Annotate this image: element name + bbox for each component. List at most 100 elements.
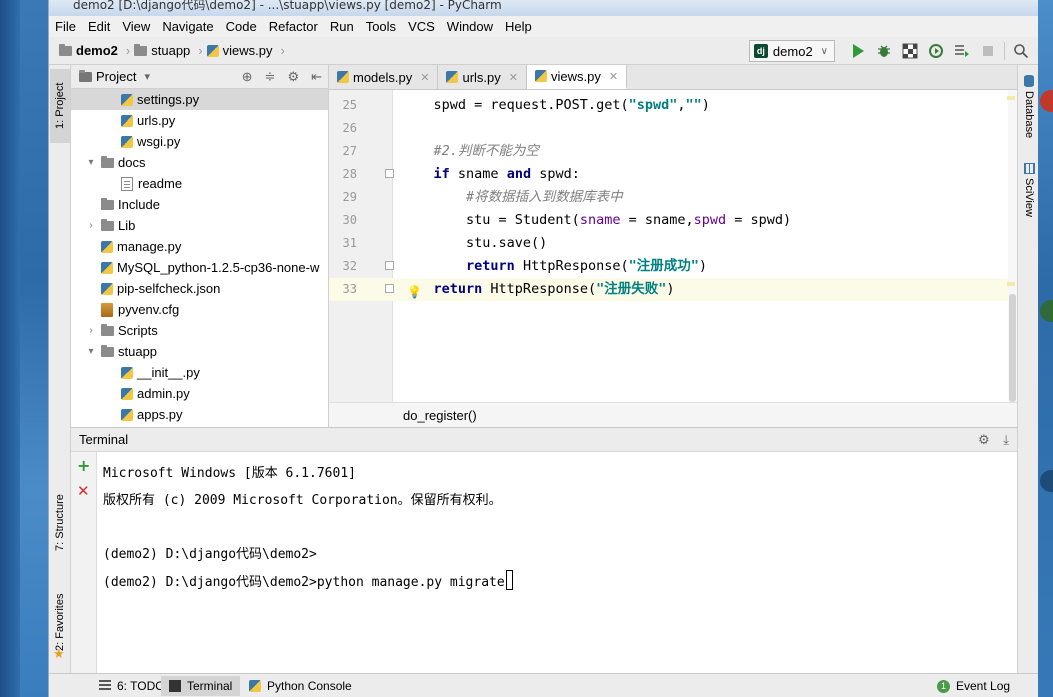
collapse-icon[interactable]: ≑ (265, 69, 276, 85)
menu-code[interactable]: Code (226, 19, 257, 34)
debug-button[interactable] (876, 43, 892, 59)
coverage-button[interactable] (902, 43, 918, 59)
code-line[interactable]: 30 stu = Student(sname = sname,spwd = sp… (329, 209, 1017, 232)
close-session-button[interactable]: ✕ (77, 482, 90, 500)
code-line[interactable]: 32 return HttpResponse("注册成功") (329, 255, 1017, 278)
tree-item-label: docs (118, 155, 146, 170)
desktop-background-right (1038, 0, 1053, 697)
add-session-button[interactable]: + (77, 456, 90, 475)
nav-crumb-file[interactable]: views.py (206, 43, 273, 58)
run-list-button[interactable] (954, 43, 970, 59)
tab-models-py[interactable]: models.py ✕ (329, 65, 439, 89)
tree-item[interactable]: › Scripts (71, 320, 328, 341)
tree-item-label: pyvenv.cfg (118, 302, 180, 317)
hide-panel-icon[interactable]: ⤓ (1003, 432, 1009, 447)
chevron-right-icon[interactable]: › (85, 325, 97, 336)
menu-vcs[interactable]: VCS (408, 19, 435, 34)
project-view-selector[interactable]: Project (96, 69, 136, 84)
function-breadcrumb[interactable]: do_register() (329, 402, 1017, 427)
tab-urls-py[interactable]: urls.py ✕ (438, 65, 527, 89)
profile-button[interactable] (928, 43, 944, 59)
close-icon[interactable]: ✕ (509, 71, 518, 84)
menu-edit[interactable]: Edit (88, 19, 110, 34)
search-everywhere-button[interactable] (1013, 43, 1029, 59)
menu-help[interactable]: Help (505, 19, 532, 34)
code-editor[interactable]: 25 spwd = request.POST.get("spwd","") 26 2… (329, 90, 1017, 402)
tree-item[interactable]: MySQL_python-1.2.5-cp36-none-w (71, 257, 328, 278)
code-line[interactable]: 27 #2.判断不能为空 (329, 140, 1017, 163)
menu-view[interactable]: View (122, 19, 150, 34)
tab-project-tool[interactable]: 1: Project (50, 69, 70, 143)
menu-refactor[interactable]: Refactor (269, 19, 318, 34)
chevron-down-icon[interactable]: ▾ (85, 346, 97, 357)
code-line[interactable]: 29 #将数据插入到数据库表中 (329, 186, 1017, 209)
code-text: spwd = request.POST.get("spwd","") (401, 97, 710, 113)
tab-sciview-tool[interactable]: SciView (1020, 163, 1038, 223)
close-icon[interactable]: ✕ (420, 71, 429, 84)
tree-item[interactable]: admin.py (71, 383, 328, 404)
tree-item[interactable]: apps.py (71, 404, 328, 425)
menu-navigate[interactable]: Navigate (162, 19, 213, 34)
folder-icon (101, 197, 114, 210)
title-bar: demo2 [D:\django代码\demo2] - ...\stuapp\v… (49, 0, 1038, 16)
terminal-output[interactable]: Microsoft Windows [版本 6.1.7601] 版权所有 (c)… (97, 452, 1017, 673)
project-panel: Project ▾ ⊕ ≑ ⚙ ⇤ settings.py urls.py wsgi… (71, 65, 329, 427)
code-line[interactable]: 25 spwd = request.POST.get("spwd","") (329, 94, 1017, 117)
stop-button[interactable] (980, 43, 996, 59)
close-icon[interactable]: ✕ (609, 70, 618, 83)
locate-icon[interactable]: ⊕ (242, 69, 253, 85)
tree-item[interactable]: readme (71, 173, 328, 194)
code-line[interactable]: 28 if sname and spwd: (329, 163, 1017, 186)
code-line[interactable]: 31 stu.save() (329, 232, 1017, 255)
run-button[interactable] (850, 43, 866, 59)
event-log-button[interactable]: 1 Event Log (929, 676, 1018, 696)
menu-file[interactable]: File (55, 19, 76, 34)
tree-item[interactable]: ▾ docs (71, 152, 328, 173)
warning-marker[interactable] (1007, 282, 1015, 286)
tree-item[interactable]: manage.py (71, 236, 328, 257)
tree-item[interactable]: settings.py (71, 89, 328, 110)
pycharm-window: demo2 [D:\django代码\demo2] - ...\stuapp\v… (48, 0, 1038, 697)
nav-crumb-project[interactable]: demo2 (59, 43, 118, 58)
code-line[interactable]: 26 (329, 117, 1017, 140)
chevron-down-icon[interactable]: ▾ (85, 157, 97, 168)
fold-marker[interactable] (385, 284, 394, 293)
nav-crumb-folder[interactable]: stuapp (134, 43, 190, 58)
code-line[interactable]: 33 return HttpResponse("注册失败") 💡 (329, 278, 1017, 301)
gear-icon[interactable]: ⚙ (287, 69, 299, 85)
tree-item[interactable]: pip-selfcheck.json (71, 278, 328, 299)
chevron-right-icon[interactable]: › (85, 220, 97, 231)
menu-run[interactable]: Run (330, 19, 354, 34)
tree-item[interactable]: __init__.py (71, 362, 328, 383)
tab-terminal[interactable]: Terminal (161, 676, 241, 696)
hide-panel-icon[interactable]: ⇤ (311, 69, 322, 85)
terminal-prompt-line[interactable]: (demo2) D:\django代码\demo2>python manage.… (103, 570, 513, 590)
line-number: 25 (342, 98, 357, 112)
tree-item[interactable]: urls.py (71, 110, 328, 131)
chevron-down-icon[interactable]: ▾ (144, 70, 150, 83)
tree-item[interactable]: › Lib (71, 215, 328, 236)
tree-item[interactable]: Include (71, 194, 328, 215)
tab-views-py[interactable]: views.py ✕ (526, 65, 628, 89)
tab-python-console[interactable]: Python Console (241, 676, 360, 696)
run-config-selector[interactable]: dj demo2 ∨ (748, 40, 835, 62)
fold-marker[interactable] (385, 261, 394, 270)
tab-database-tool[interactable]: Database (1020, 75, 1038, 139)
menu-tools[interactable]: Tools (366, 19, 396, 34)
fold-marker[interactable] (385, 169, 394, 178)
menu-window[interactable]: Window (447, 19, 493, 34)
tree-item[interactable]: pyvenv.cfg (71, 299, 328, 320)
line-number: 26 (342, 121, 357, 135)
tree-item[interactable]: ▾ stuapp (71, 341, 328, 362)
tree-item-label: settings.py (137, 92, 200, 107)
project-panel-header: Project ▾ ⊕ ≑ ⚙ ⇤ (71, 65, 328, 89)
line-number: 32 (342, 259, 357, 273)
gear-icon[interactable]: ⚙ (978, 432, 990, 447)
editor-scrollbar[interactable] (1008, 90, 1017, 402)
tab-structure-tool[interactable]: 7: Structure (50, 483, 70, 563)
warning-marker[interactable] (1007, 96, 1015, 100)
python-file-icon (101, 282, 113, 295)
tree-item[interactable]: wsgi.py (71, 131, 328, 152)
lightbulb-icon[interactable]: 💡 (407, 281, 422, 304)
folder-icon (101, 344, 114, 357)
